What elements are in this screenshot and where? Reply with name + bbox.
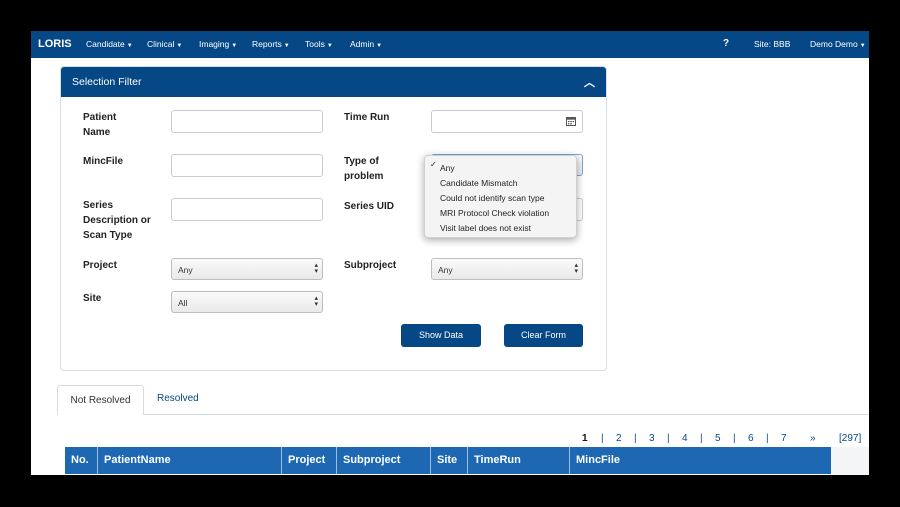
tab-not-resolved[interactable]: Not Resolved xyxy=(57,385,144,415)
page-separator: | xyxy=(733,433,736,444)
series-description-label: Series Description or Scan Type xyxy=(83,200,151,241)
site-select[interactable]: All ▴ ▾ xyxy=(171,291,323,313)
site-label: Site xyxy=(83,293,102,304)
column-header-subproject[interactable]: Subproject xyxy=(337,447,431,474)
page-last-link[interactable]: [297] xyxy=(839,433,861,444)
page-link-2[interactable]: 2 xyxy=(616,433,622,444)
project-select[interactable]: Any ▴ ▾ xyxy=(171,258,323,280)
caret-down-icon: ▼ xyxy=(126,43,133,49)
column-header-project[interactable]: Project xyxy=(282,447,337,474)
menu-reports[interactable]: Reports ▼ xyxy=(252,39,290,49)
column-header-no[interactable]: No. xyxy=(65,447,98,474)
problem-option-protocol-violation[interactable]: MRI Protocol Check violation xyxy=(440,208,549,218)
chevron-up-icon[interactable]: ︿ xyxy=(584,74,595,90)
menu-imaging[interactable]: Imaging ▼ xyxy=(199,39,237,49)
caret-down-icon: ▼ xyxy=(326,43,333,49)
select-arrows-icon: ▴ ▾ xyxy=(314,262,318,275)
page-link-3[interactable]: 3 xyxy=(649,433,655,444)
caret-down-icon: ▼ xyxy=(859,43,866,49)
menu-tools[interactable]: Tools ▼ xyxy=(305,39,333,49)
column-header-site[interactable]: Site xyxy=(431,447,468,474)
problem-option-any[interactable]: Any xyxy=(440,163,455,173)
panel-title: Selection Filter xyxy=(72,76,142,88)
select-arrows-icon: ▴ ▾ xyxy=(574,262,578,275)
caret-down-icon: ▼ xyxy=(231,43,238,49)
type-of-problem-label: Type of problem xyxy=(344,156,384,182)
time-run-input[interactable] xyxy=(431,110,583,133)
minc-file-label: MincFile xyxy=(83,156,124,167)
page-link-6[interactable]: 6 xyxy=(748,433,754,444)
time-run-label: Time Run xyxy=(344,112,390,123)
menu-tools-label: Tools xyxy=(305,39,325,49)
patient-name-input[interactable] xyxy=(171,110,323,133)
site-indicator[interactable]: Site: BBB xyxy=(754,39,790,49)
page-link-1[interactable]: 1 xyxy=(582,433,588,444)
page-link-7[interactable]: 7 xyxy=(781,433,787,444)
tab-divider xyxy=(144,414,869,415)
series-description-input[interactable] xyxy=(171,198,323,221)
calendar-icon[interactable] xyxy=(566,116,576,126)
project-select-value: Any xyxy=(178,265,193,275)
menu-candidate[interactable]: Candidate ▼ xyxy=(86,39,133,49)
menu-admin-label: Admin xyxy=(350,39,375,49)
page-separator: | xyxy=(700,433,703,444)
top-navbar: LORIS Candidate ▼ Clinical ▼ Imaging ▼ Repo… xyxy=(31,31,869,58)
caret-down-icon: ▼ xyxy=(283,43,290,49)
results-table-header: No. PatientName Project Subproject Site … xyxy=(65,447,831,474)
user-name: Demo Demo xyxy=(810,39,858,49)
caret-down-icon: ▼ xyxy=(376,43,383,49)
patient-name-label: Patient Name xyxy=(83,112,117,138)
site-select-value: All xyxy=(178,298,188,308)
show-data-button[interactable]: Show Data xyxy=(401,324,481,347)
browser-viewport: LORIS Candidate ▼ Clinical ▼ Imaging ▼ Repo… xyxy=(31,31,869,475)
problem-option-scan-type[interactable]: Could not identify scan type xyxy=(440,193,544,203)
caret-down-icon: ▼ xyxy=(176,43,183,49)
menu-admin[interactable]: Admin ▼ xyxy=(350,39,382,49)
select-arrows-icon: ▴ ▾ xyxy=(314,295,318,308)
series-uid-label: Series UID xyxy=(344,201,395,212)
subproject-select[interactable]: Any ▴ ▾ xyxy=(431,258,583,280)
clear-form-button[interactable]: Clear Form xyxy=(504,324,583,347)
menu-clinical-label: Clinical xyxy=(147,39,175,49)
help-icon[interactable]: ? xyxy=(723,38,729,49)
page-link-5[interactable]: 5 xyxy=(715,433,721,444)
page-separator: | xyxy=(634,433,637,444)
panel-header[interactable]: Selection Filter ︿ xyxy=(61,67,606,97)
page-link-4[interactable]: 4 xyxy=(682,433,688,444)
menu-candidate-label: Candidate xyxy=(86,39,125,49)
checkmark-icon: ✓ xyxy=(430,160,437,169)
type-of-problem-menu: ✓ Any Candidate Mismatch Could not ident… xyxy=(424,155,577,238)
column-header-mincfile[interactable]: MincFile xyxy=(570,447,831,474)
subproject-select-value: Any xyxy=(438,265,453,275)
column-header-timerun[interactable]: TimeRun xyxy=(468,447,570,474)
page-separator: | xyxy=(601,433,604,444)
page-separator: | xyxy=(667,433,670,444)
tab-resolved[interactable]: Resolved xyxy=(157,393,199,404)
page-separator: | xyxy=(766,433,769,444)
table-overflow-area xyxy=(831,447,869,475)
problem-option-candidate-mismatch[interactable]: Candidate Mismatch xyxy=(440,178,517,188)
user-menu[interactable]: Demo Demo ▼ xyxy=(810,39,866,49)
column-header-patientname[interactable]: PatientName xyxy=(98,447,282,474)
device-frame: LORIS Candidate ▼ Clinical ▼ Imaging ▼ Repo… xyxy=(0,0,900,507)
project-label: Project xyxy=(83,260,117,271)
menu-imaging-label: Imaging xyxy=(199,39,230,49)
minc-file-input[interactable] xyxy=(171,154,323,177)
menu-clinical[interactable]: Clinical ▼ xyxy=(147,39,182,49)
subproject-label: Subproject xyxy=(344,260,397,271)
page-next-link[interactable]: » xyxy=(810,433,816,444)
menu-reports-label: Reports xyxy=(252,39,282,49)
problem-option-visit-label[interactable]: Visit label does not exist xyxy=(440,223,531,233)
brand-logo[interactable]: LORIS xyxy=(38,38,72,50)
